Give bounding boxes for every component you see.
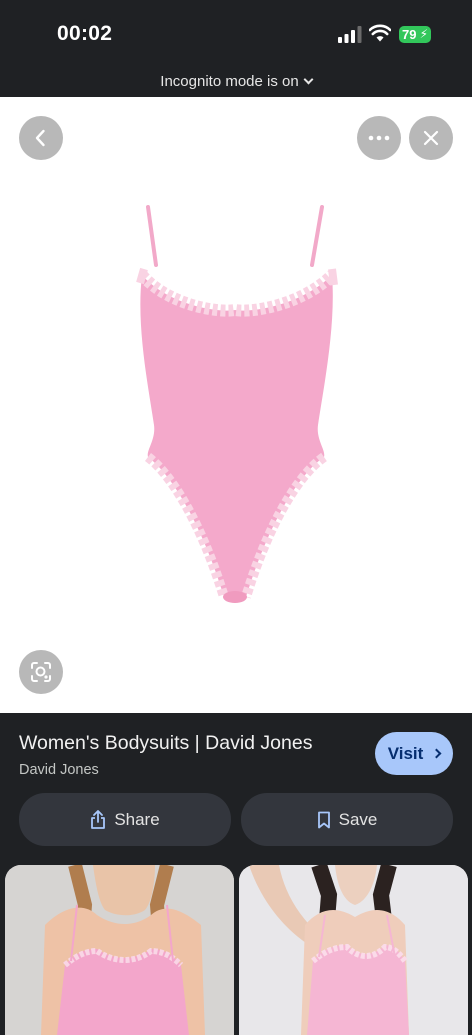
share-label: Share: [114, 809, 160, 829]
more-horizontal-icon: [368, 135, 390, 141]
lens-search-button[interactable]: [19, 650, 63, 694]
result-source: David Jones: [19, 762, 99, 778]
status-bar: 00:02 79 ⚡: [0, 0, 472, 66]
related-image-1[interactable]: [5, 865, 234, 1035]
model-photo-1: [5, 865, 234, 1035]
share-icon: [91, 810, 106, 829]
battery-level: 79: [402, 27, 417, 42]
related-images: [0, 865, 472, 1035]
result-title[interactable]: Women's Bodysuits | David Jones: [19, 732, 312, 755]
save-button[interactable]: Save: [241, 793, 453, 846]
chevron-right-icon: [431, 748, 442, 759]
product-image[interactable]: [128, 205, 342, 605]
close-icon: [423, 130, 439, 146]
save-label: Save: [338, 809, 378, 829]
visit-button[interactable]: Visit: [375, 732, 453, 775]
incognito-label: Incognito mode is on: [160, 73, 299, 90]
bookmark-icon: [317, 811, 330, 828]
more-options-button[interactable]: [357, 116, 401, 160]
battery-indicator: 79 ⚡: [399, 26, 431, 43]
lens-search-icon: [31, 662, 51, 682]
chevron-left-icon: [35, 129, 45, 147]
chevron-down-icon: [303, 74, 314, 85]
wifi-icon: [369, 24, 391, 42]
result-info-panel: Women's Bodysuits | David Jones David Jo…: [0, 713, 472, 865]
share-button[interactable]: Share: [19, 793, 231, 846]
incognito-banner[interactable]: Incognito mode is on: [0, 66, 472, 97]
related-image-2[interactable]: [239, 865, 468, 1035]
close-button[interactable]: [409, 116, 453, 160]
status-time: 00:02: [57, 22, 113, 45]
charging-bolt-icon: ⚡: [419, 27, 428, 41]
model-photo-2: [239, 865, 468, 1035]
back-button[interactable]: [19, 116, 63, 160]
visit-label: Visit: [387, 743, 424, 763]
cellular-signal-icon: [338, 26, 362, 43]
image-viewer: [0, 97, 472, 713]
